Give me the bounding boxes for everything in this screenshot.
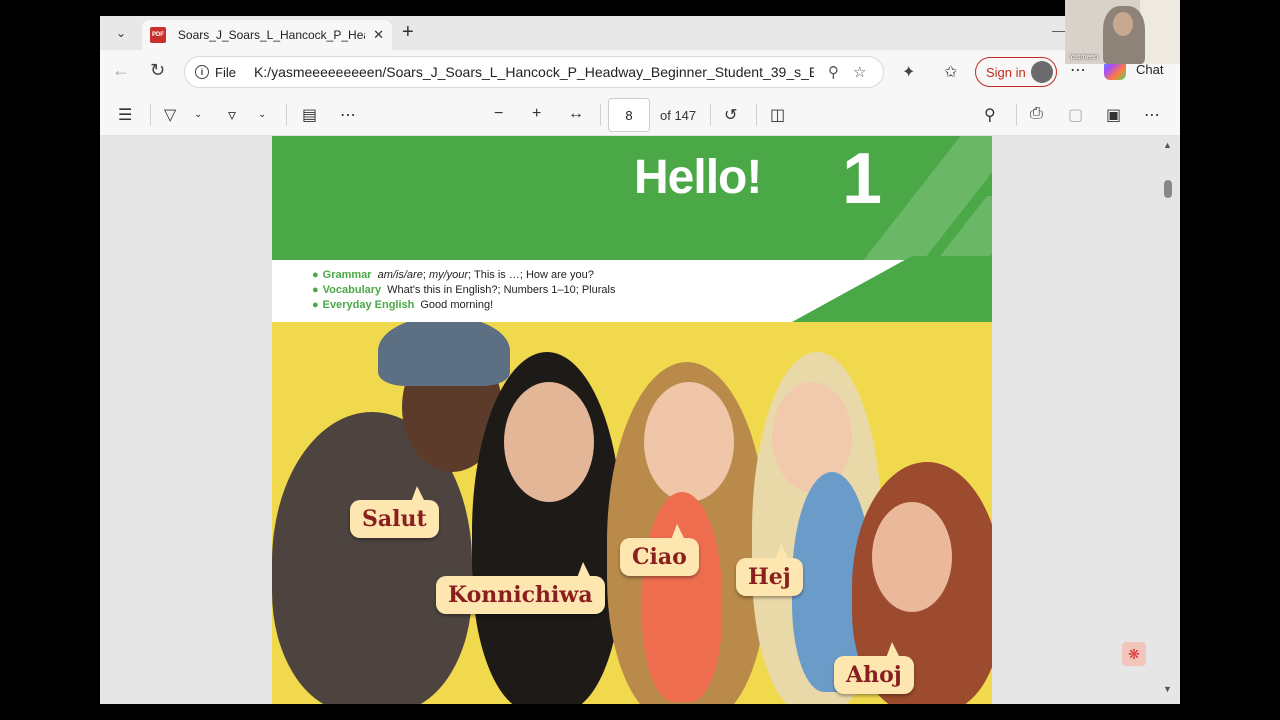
toolbar-divider	[600, 104, 601, 126]
protocol-label: File	[215, 64, 236, 80]
back-arrow-icon[interactable]: ←	[112, 60, 130, 81]
bullet-icon: ●	[312, 269, 319, 281]
scroll-down-arrow-icon[interactable]: ▼	[1163, 684, 1172, 694]
draw-icon[interactable]: ▿	[228, 105, 236, 125]
chevron-down-icon[interactable]: ⌄	[258, 109, 266, 120]
greeting-bubble: Ahoj	[834, 642, 914, 694]
print-icon[interactable]: ⎙	[1030, 105, 1043, 123]
toolbar-divider	[1016, 104, 1017, 126]
pdf-toolbar: ☰ ▽ ⌄ ▿ ⌄ ▤ ⋯ − + ↔ of 147 ↺ ◫ ⚲ ⎙ ▢ ▣ ⋯	[100, 94, 1180, 136]
save-icon[interactable]: ▢	[1068, 105, 1083, 125]
pdf-page: Hello! 1 ● Grammar am/is/are; my/your; Thi…	[272, 136, 992, 704]
pdf-icon: PDF	[150, 27, 166, 43]
greeting-bubble: Salut	[350, 486, 439, 538]
tab-pdf-document[interactable]: PDF Soars_J_Soars_L_Hancock_P_Headway_Be…	[142, 20, 392, 50]
address-bar-row: ← ↻ i File K:/yasmeeeeeeeeen/Soars_J_Soa…	[100, 50, 1180, 94]
contents-list-icon[interactable]: ☰	[118, 105, 132, 125]
topic-everyday-english: ● Everyday English Good morning!	[312, 299, 494, 311]
unit-header-band: Hello! 1	[272, 136, 992, 260]
toolbar-divider	[710, 104, 711, 126]
face-shape	[872, 502, 952, 612]
avatar	[1031, 61, 1053, 83]
unit-heading: Hello!	[634, 151, 762, 204]
sign-in-label: Sign in	[986, 64, 1026, 80]
webcam-name-label: Yasmeen	[1069, 54, 1099, 61]
rotate-icon[interactable]: ↺	[724, 105, 737, 125]
bullet-icon: ●	[312, 284, 319, 296]
sign-in-button[interactable]: Sign in	[975, 57, 1057, 87]
zoom-icon[interactable]: ⚲	[828, 63, 839, 81]
extensions-puzzle-icon[interactable]: ✦	[902, 62, 915, 82]
pdf-more-icon[interactable]: ⋯	[1144, 105, 1160, 125]
address-input[interactable]: i File K:/yasmeeeeeeeeen/Soars_J_Soars_L…	[184, 56, 884, 88]
url-text[interactable]: K:/yasmeeeeeeeeen/Soars_J_Soars_L_Hancoc…	[254, 64, 814, 80]
page-view-icon[interactable]: ◫	[770, 105, 785, 125]
toolbar-divider	[150, 104, 151, 126]
reload-icon[interactable]: ↻	[150, 60, 165, 81]
face-shape	[644, 382, 734, 502]
page-total: of 147	[660, 108, 697, 123]
fit-width-icon[interactable]: ↔	[568, 105, 584, 123]
beanie-shape	[378, 322, 510, 386]
tab-actions-chevron-icon[interactable]: ⌄	[108, 22, 134, 44]
face-shape	[504, 382, 594, 502]
bullet-icon: ●	[312, 299, 319, 311]
toolbar-divider	[756, 104, 757, 126]
more-tools-icon[interactable]: ⋯	[340, 105, 356, 125]
zoom-out-icon[interactable]: −	[494, 105, 503, 123]
webcam-face	[1113, 12, 1133, 36]
tab-title: Soars_J_Soars_L_Hancock_P_Headway_Beginn…	[177, 28, 365, 42]
acrobat-icon[interactable]: ❋	[1122, 642, 1146, 666]
chevron-down-icon[interactable]: ⌄	[194, 109, 202, 120]
toolbar-divider	[286, 104, 287, 126]
photo-greeting-people: Salut Konnichiwa Ciao Hej Ahoj	[272, 322, 992, 704]
text-box-icon[interactable]: ▤	[302, 105, 317, 125]
info-icon[interactable]: i	[195, 65, 209, 79]
close-icon[interactable]: ✕	[373, 27, 384, 43]
browser-window: ⌄ PDF Soars_J_Soars_L_Hancock_P_Headway_…	[100, 16, 1180, 704]
topic-grammar: ● Grammar am/is/are; my/your; This is …; H…	[312, 269, 594, 281]
scroll-up-arrow-icon[interactable]: ▲	[1163, 140, 1172, 150]
page-number-input[interactable]	[608, 98, 650, 132]
greeting-bubble: Hej	[736, 544, 803, 596]
webcam-background	[1140, 0, 1180, 64]
highlight-icon[interactable]: ▽	[164, 105, 176, 125]
topic-vocabulary: ● Vocabulary What's this in English?; Numb…	[312, 284, 616, 296]
greeting-bubble: Ciao	[620, 524, 699, 576]
favorite-star-icon[interactable]: ☆	[853, 63, 866, 81]
scrollbar-thumb[interactable]	[1164, 180, 1172, 198]
webcam-overlay: Yasmeen	[1065, 0, 1180, 64]
unit-number: 1	[842, 139, 883, 219]
favorites-list-icon[interactable]: ✩	[944, 62, 957, 82]
save-as-icon[interactable]: ▣	[1106, 105, 1121, 125]
new-tab-plus-icon[interactable]: +	[402, 21, 414, 44]
zoom-in-icon[interactable]: +	[532, 105, 541, 123]
pdf-viewer[interactable]: Hello! 1 ● Grammar am/is/are; my/your; Thi…	[100, 136, 1180, 704]
greeting-bubble: Konnichiwa	[436, 562, 605, 614]
search-icon[interactable]: ⚲	[984, 105, 996, 125]
minimize-icon[interactable]: —	[1052, 22, 1066, 38]
topic-list: ● Grammar am/is/are; my/your; This is …; H…	[312, 268, 615, 313]
tab-strip: ⌄ PDF Soars_J_Soars_L_Hancock_P_Headway_…	[100, 16, 1180, 50]
